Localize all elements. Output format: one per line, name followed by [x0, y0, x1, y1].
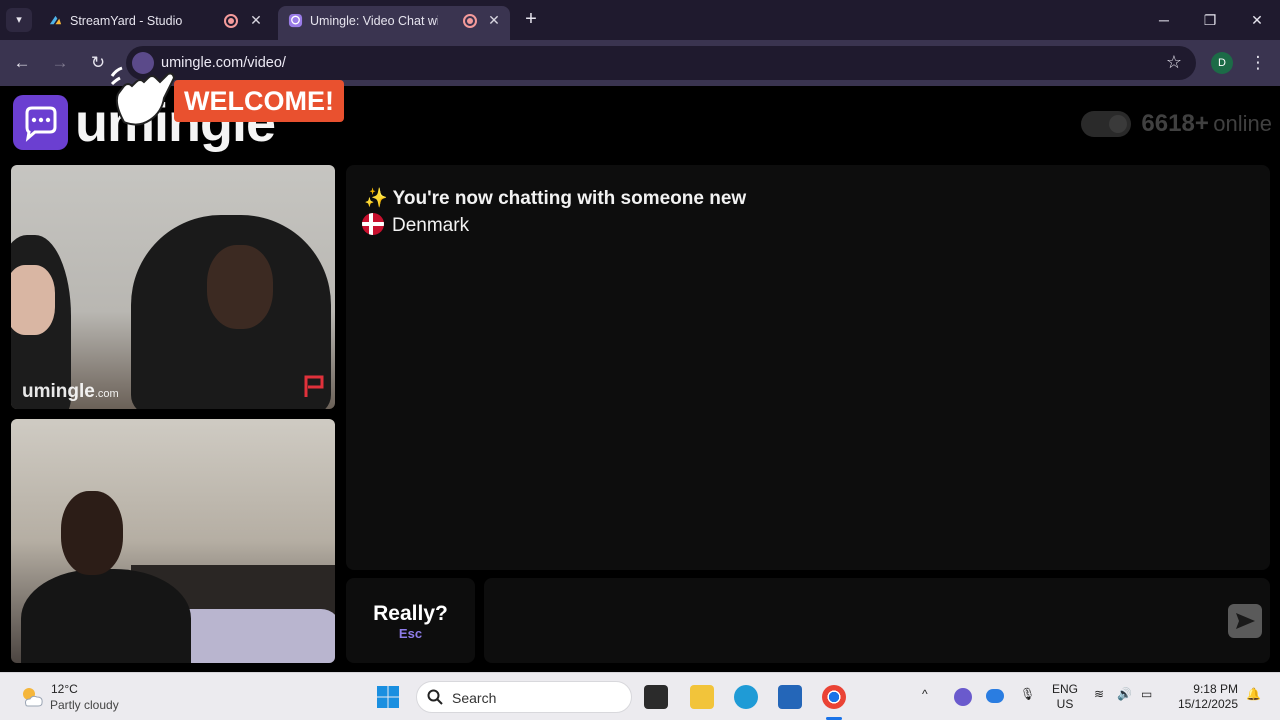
minimize-icon[interactable]: ─ [1154, 10, 1174, 30]
umingle-logo-icon[interactable] [13, 95, 68, 150]
online-toggle[interactable] [1080, 111, 1131, 137]
wifi-icon[interactable]: ≋ [1094, 687, 1104, 701]
browser-menu-icon[interactable]: ⋮ [1249, 52, 1267, 74]
person-silhouette [21, 569, 191, 663]
send-arrow-icon [1236, 613, 1255, 629]
recording-icon [463, 14, 477, 28]
online-count: 6618+ [1141, 110, 1209, 137]
umingle-favicon-icon [288, 13, 303, 28]
chat-panel: ✨ You're now chatting with someone new D… [346, 165, 1270, 570]
bookmark-star-icon[interactable]: ☆ [1166, 52, 1182, 73]
taskbar-search[interactable]: Search [416, 681, 632, 713]
recording-icon [224, 14, 238, 28]
back-arrow-icon[interactable]: ← [11, 52, 33, 74]
search-label: Search [452, 690, 497, 706]
skip-shortcut-key: Esc [398, 626, 423, 641]
tab-title: Umingle: Video Chat with Str [310, 14, 438, 28]
microphone-icon[interactable]: 🎙 [1020, 687, 1035, 701]
language-indicator[interactable]: ENG US [1052, 682, 1078, 712]
stranger-video: umingle.com [11, 165, 335, 409]
country-name: Denmark [392, 215, 470, 236]
person-face [207, 245, 273, 329]
battery-icon[interactable]: ▭ [1141, 687, 1152, 701]
clock[interactable]: 9:18 PM 15/12/2025 [1172, 682, 1238, 712]
tab-streamyard[interactable]: StreamYard - Studio ✕ [38, 6, 274, 36]
clock-date: 15/12/2025 [1177, 697, 1238, 711]
umingle-page: umingle WELCOME! 6618+ online umingle.co… [0, 66, 1280, 670]
person-face [61, 491, 123, 575]
self-video [11, 419, 335, 663]
online-counter: 6618+ online [1080, 110, 1272, 138]
task-view-icon[interactable] [644, 685, 668, 709]
close-window-icon[interactable]: ✕ [1247, 10, 1267, 30]
partner-country: Denmark [362, 213, 469, 237]
chat-status-text: ✨ You're now chatting with someone new [364, 188, 747, 209]
chrome-icon[interactable] [822, 685, 846, 709]
close-tab-icon[interactable]: ✕ [248, 12, 264, 28]
send-button[interactable] [1228, 604, 1262, 638]
notifications-icon[interactable]: 🔔 [1246, 687, 1261, 701]
denmark-flag-icon [362, 213, 384, 235]
address-bar[interactable]: umingle.com/video/ ☆ [126, 46, 1196, 80]
skip-button[interactable]: Really? Esc [346, 578, 475, 663]
streamyard-favicon-icon [49, 15, 62, 25]
windows-start-icon[interactable] [376, 685, 400, 709]
close-tab-icon[interactable]: ✕ [486, 12, 502, 28]
reload-icon[interactable]: ↻ [87, 52, 109, 74]
microsoft-store-icon[interactable] [778, 685, 802, 709]
profile-avatar[interactable]: D [1211, 52, 1233, 74]
language-code: ENG [1052, 682, 1079, 696]
tab-umingle[interactable]: Umingle: Video Chat with Str ✕ [278, 6, 510, 40]
online-label: online [1213, 111, 1272, 136]
clock-time: 9:18 PM [1193, 682, 1238, 696]
skip-button-label: Really? [373, 602, 448, 625]
edge-browser-icon[interactable] [734, 685, 758, 709]
onedrive-icon[interactable] [986, 689, 1004, 703]
tab-title: StreamYard - Studio [70, 14, 183, 28]
teams-icon[interactable] [954, 688, 972, 706]
partly-cloudy-icon[interactable] [18, 683, 46, 711]
search-icon [427, 689, 443, 705]
forward-arrow-icon[interactable]: → [49, 52, 71, 74]
windows-taskbar: 12°C Partly cloudy Search ^ 🎙 ENG US ≋ 🔊… [0, 672, 1280, 720]
volume-icon[interactable]: 🔊 [1117, 687, 1132, 701]
weather-temperature[interactable]: 12°C [51, 682, 78, 696]
browser-tab-bar: ▾ StreamYard - Studio ✕ Umingle: Video C… [0, 0, 1280, 40]
umingle-watermark: umingle.com [22, 381, 119, 402]
report-flag-icon[interactable] [301, 373, 327, 399]
message-input[interactable] [484, 578, 1270, 663]
tab-search-button[interactable]: ▾ [6, 8, 32, 32]
weather-condition[interactable]: Partly cloudy [50, 698, 119, 712]
file-explorer-icon[interactable] [690, 685, 714, 709]
person-face [11, 265, 55, 335]
show-hidden-icons-icon[interactable]: ^ [922, 687, 928, 701]
region-code: US [1056, 697, 1074, 711]
new-tab-button[interactable]: + [520, 8, 542, 30]
welcome-banner: WELCOME! [174, 80, 344, 122]
restore-icon[interactable]: ❐ [1200, 10, 1220, 30]
